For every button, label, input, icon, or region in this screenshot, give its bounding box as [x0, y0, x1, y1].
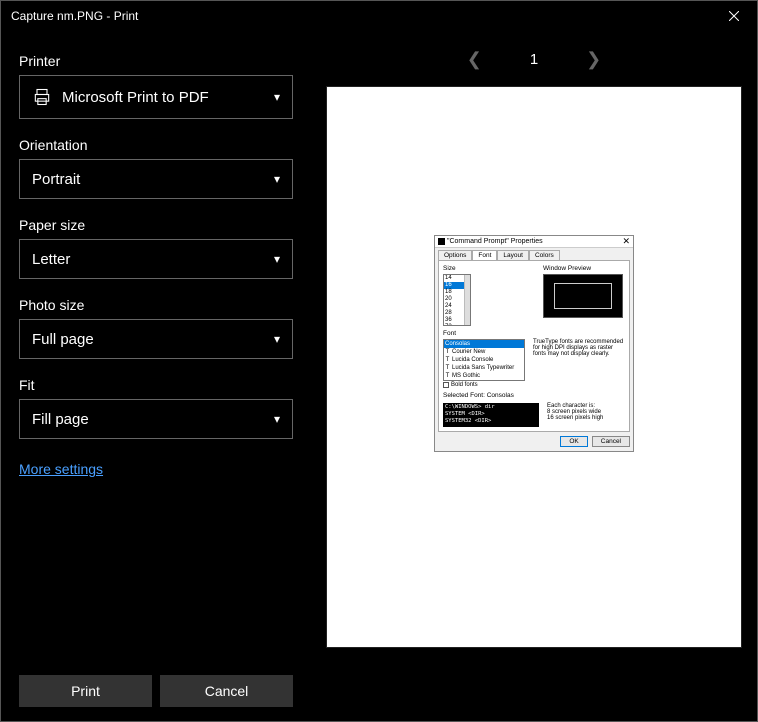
font-listbox: ConsolasTCourier NewTLucida ConsoleTLuci… [443, 339, 525, 381]
pager: ❮ 1 ❯ [311, 31, 757, 87]
chevron-down-icon: ▾ [274, 90, 280, 104]
size-option: 28 [444, 310, 464, 317]
printer-icon [32, 87, 52, 107]
tab-options: Options [438, 250, 472, 260]
chevron-down-icon: ▾ [274, 412, 280, 426]
page-number: 1 [530, 51, 538, 68]
cmd-icon [438, 238, 445, 245]
more-settings-link[interactable]: More settings [19, 461, 293, 477]
font-option: TLucida Console [444, 356, 524, 364]
size-option: 18 [444, 289, 464, 296]
mini-close-icon: ✕ [622, 236, 630, 247]
orientation-value: Portrait [32, 171, 80, 188]
cmd-line: C:\WINDOWS> dir [445, 404, 537, 411]
cmd-properties-dialog: "Command Prompt" Properties ✕ Options Fo… [434, 235, 634, 452]
window-title: Capture nm.PNG - Print [11, 9, 138, 23]
sample-output: C:\WINDOWS> dirSYSTEM <DIR>SYSTEM32 <DIR… [443, 403, 539, 427]
photosize-value: Full page [32, 331, 94, 348]
window-preview-label: Window Preview [543, 265, 625, 272]
fit-select[interactable]: Fill page ▾ [19, 399, 293, 439]
papersize-value: Letter [32, 251, 70, 268]
next-page-button[interactable]: ❯ [586, 49, 601, 70]
chevron-down-icon: ▾ [274, 332, 280, 346]
close-icon [729, 11, 739, 21]
font-option: TMS Gothic [444, 372, 524, 380]
tab-layout: Layout [497, 250, 529, 260]
bold-fonts-label: Bold fonts [451, 382, 478, 388]
size-option: 72 [444, 324, 464, 326]
page-preview: "Command Prompt" Properties ✕ Options Fo… [327, 87, 741, 647]
print-button-label: Print [71, 683, 100, 699]
size-option: 24 [444, 303, 464, 310]
char-note-3: 16 screen pixels high [547, 415, 603, 421]
mini-title-text: "Command Prompt" Properties [447, 238, 543, 245]
orientation-select[interactable]: Portrait ▾ [19, 159, 293, 199]
mini-cancel-button: Cancel [592, 436, 630, 447]
checkbox-icon [443, 382, 449, 388]
size-option: 16 [444, 282, 464, 289]
font-option: Consolas [444, 340, 524, 348]
mini-ok-button: OK [560, 436, 587, 447]
printer-value: Microsoft Print to PDF [62, 89, 209, 106]
chevron-down-icon: ▾ [274, 172, 280, 186]
photosize-select[interactable]: Full page ▾ [19, 319, 293, 359]
size-listbox: 1416182024283672 [443, 274, 471, 326]
window-preview-inner [554, 283, 612, 309]
papersize-select[interactable]: Letter ▾ [19, 239, 293, 279]
papersize-label: Paper size [19, 217, 293, 233]
cmd-line: SYSTEM32 <DIR> [445, 418, 537, 425]
titlebar: Capture nm.PNG - Print [1, 1, 757, 31]
tab-colors: Colors [529, 250, 560, 260]
close-button[interactable] [711, 1, 757, 31]
tab-font: Font [472, 250, 497, 260]
print-settings-panel: Printer Microsoft Print to PDF ▾ Orienta… [1, 31, 311, 721]
bold-fonts-checkbox: Bold fonts [443, 382, 525, 388]
mini-tab-body: Size 1416182024283672 Window Preview [438, 260, 630, 432]
cancel-button-label: Cancel [205, 683, 249, 699]
printer-label: Printer [19, 53, 293, 69]
window-preview-box [543, 274, 623, 318]
font-label: Font [443, 330, 625, 337]
selected-font-label: Selected Font: Consolas [443, 392, 625, 399]
printer-select[interactable]: Microsoft Print to PDF ▾ [19, 75, 293, 119]
photosize-label: Photo size [19, 297, 293, 313]
truetype-note: TrueType fonts are recommended for high … [533, 339, 625, 388]
mini-titlebar: "Command Prompt" Properties ✕ [435, 236, 633, 248]
print-button[interactable]: Print [19, 675, 152, 707]
size-option: 14 [444, 275, 464, 282]
orientation-label: Orientation [19, 137, 293, 153]
size-option: 20 [444, 296, 464, 303]
cmd-line: SYSTEM <DIR> [445, 411, 537, 418]
size-label: Size [443, 265, 535, 272]
fit-value: Fill page [32, 411, 89, 428]
prev-page-button[interactable]: ❮ [467, 49, 482, 70]
cancel-button[interactable]: Cancel [160, 675, 293, 707]
mini-tabs: Options Font Layout Colors [435, 248, 633, 260]
char-dimensions: Each character is: 8 screen pixels wide … [547, 403, 603, 421]
chevron-down-icon: ▾ [274, 252, 280, 266]
preview-panel: ❮ 1 ❯ "Command Prompt" Properties ✕ Opti… [311, 31, 757, 721]
size-option: 36 [444, 317, 464, 324]
font-option: TCourier New [444, 348, 524, 356]
scrollbar [464, 275, 470, 325]
fit-label: Fit [19, 377, 293, 393]
font-option: TLucida Sans Typewriter [444, 364, 524, 372]
